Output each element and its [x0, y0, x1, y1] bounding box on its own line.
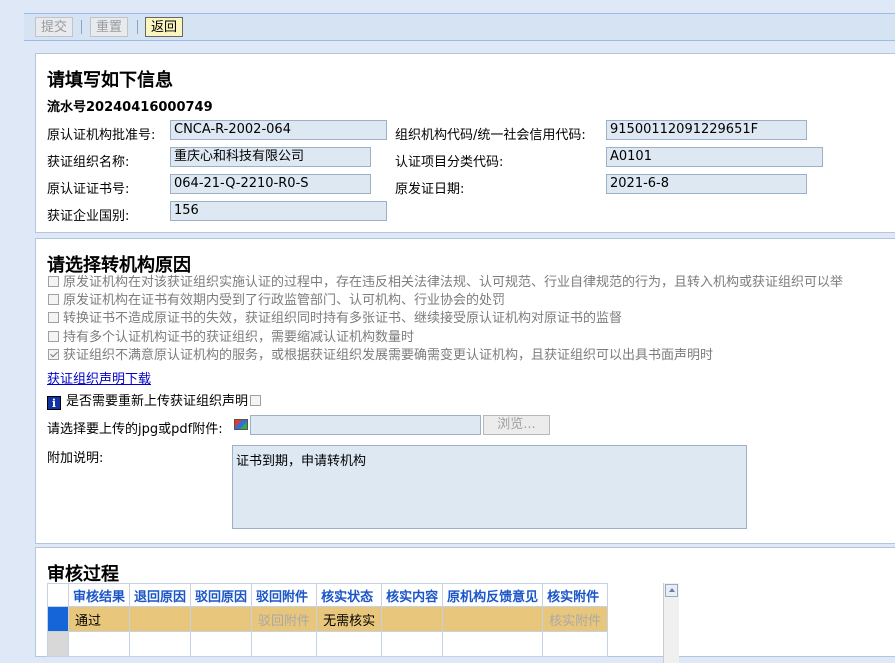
empty-cell	[442, 631, 544, 657]
info-icon: i	[47, 396, 61, 410]
cell-verify-status: 无需核实	[316, 606, 383, 632]
file-path-input[interactable]	[250, 415, 481, 435]
reason-checkbox-checked[interactable]	[48, 349, 59, 360]
submit-button[interactable]: 提交	[35, 17, 74, 37]
cert-no-field[interactable]: 064-21-Q-2210-R0-S	[170, 174, 371, 194]
reason-option-label: 原发证机构在证书有效期内受到了行政监管部门、认可机构、行业协会的处罚	[63, 293, 506, 308]
row-selector[interactable]	[47, 631, 69, 657]
reupload-label: 是否需要重新上传获证组织声明	[66, 394, 249, 409]
column-header[interactable]: 驳回原因	[190, 583, 253, 607]
cell-verify-attachment[interactable]: 核实附件	[542, 606, 609, 632]
cert-no-label: 原认证证书号:	[47, 182, 130, 197]
cell-reject-attachment[interactable]: 驳回附件	[251, 606, 318, 632]
info-panel: 请填写如下信息 流水号20240416000749 原认证机构批准号: CNCA…	[35, 53, 895, 233]
reason-option-label: 转换证书不造成原证书的失效，获证组织同时持有多张证书、继续接受原认证机构对原证书…	[63, 311, 623, 326]
org-code-field[interactable]: 91500112091229651F	[606, 120, 807, 140]
cell-review-result: 通过	[67, 606, 131, 632]
empty-cell	[190, 631, 253, 657]
reason-option[interactable]: 原发证机构在对该获证组织实施认证的过程中，存在违反相关法律法规、认可规范、行业自…	[48, 274, 843, 292]
country-label: 获证企业国别:	[47, 209, 130, 224]
reason-checkbox[interactable]	[48, 331, 59, 342]
info-section-title: 请填写如下信息	[47, 70, 173, 91]
table-scrollbar[interactable]	[663, 583, 679, 663]
empty-cell	[251, 631, 318, 657]
reason-option-label: 原发证机构在对该获证组织实施认证的过程中，存在违反相关法律法规、认可规范、行业自…	[63, 275, 844, 290]
reset-button[interactable]: 重置	[90, 17, 129, 37]
org-code-label: 组织机构代码/统一社会信用代码:	[395, 128, 586, 143]
orig-approval-label: 原认证机构批准号:	[47, 128, 156, 143]
table-header-row: 审核结果 退回原因 驳回原因 驳回附件 核实状态 核实内容 原机构反馈意见 核实…	[47, 583, 609, 607]
review-table: 审核结果 退回原因 驳回原因 驳回附件 核实状态 核实内容 原机构反馈意见 核实…	[47, 583, 609, 657]
reason-option[interactable]: 获证组织不满意原认证机构的服务，或根据获证组织发展需要确需变更认证机构，且获证组…	[48, 347, 713, 365]
table-row[interactable]: 通过 驳回附件 无需核实 核实附件	[47, 606, 609, 632]
row-marker-header	[47, 583, 69, 607]
reason-checkbox[interactable]	[48, 312, 59, 323]
cell-feedback	[442, 606, 544, 632]
issue-date-label: 原发证日期:	[395, 182, 465, 197]
upload-label: 请选择要上传的jpg或pdf附件:	[47, 422, 223, 437]
reason-checkbox[interactable]	[48, 294, 59, 305]
cell-return-reason	[129, 606, 192, 632]
reason-option-label: 获证组织不满意原认证机构的服务，或根据获证组织发展需要确需变更认证机构，且获证组…	[63, 348, 714, 363]
reupload-row: i 是否需要重新上传获证组织声明	[47, 390, 262, 410]
column-header[interactable]: 核实状态	[316, 583, 383, 607]
review-panel: 审核过程 审核结果 退回原因 驳回原因 驳回附件 核实状态 核实内容 原机构反馈…	[35, 547, 895, 663]
reason-option-label: 持有多个认证机构证书的获证组织，需要缩减认证机构数量时	[63, 330, 415, 345]
column-header[interactable]: 核实附件	[542, 583, 609, 607]
reason-option[interactable]: 原发证机构在证书有效期内受到了行政监管部门、认可机构、行业协会的处罚	[48, 292, 505, 310]
empty-cell	[542, 631, 609, 657]
upload-row-icon	[234, 418, 248, 433]
empty-cell	[381, 631, 444, 657]
cell-reject-reason	[190, 606, 253, 632]
browse-button[interactable]: 浏览...	[483, 415, 550, 435]
column-header[interactable]: 核实内容	[381, 583, 444, 607]
column-header[interactable]: 退回原因	[129, 583, 192, 607]
column-header[interactable]: 驳回附件	[251, 583, 318, 607]
declaration-download-link[interactable]: 获证组织声明下载	[47, 368, 151, 387]
orig-approval-field[interactable]: CNCA-R-2002-064	[170, 120, 387, 140]
reason-option[interactable]: 转换证书不造成原证书的失效，获证组织同时持有多张证书、继续接受原认证机构对原证书…	[48, 310, 622, 328]
category-label: 认证项目分类代码:	[395, 155, 504, 170]
empty-cell	[316, 631, 383, 657]
column-header[interactable]: 审核结果	[67, 583, 131, 607]
category-field[interactable]: A0101	[606, 147, 823, 167]
reason-checkbox[interactable]	[48, 276, 59, 287]
scroll-up-arrow-icon[interactable]	[665, 584, 678, 597]
toolbar-separator	[81, 20, 82, 34]
toolbar-separator	[137, 20, 138, 34]
issue-date-field[interactable]: 2021-6-8	[606, 174, 807, 194]
org-name-label: 获证组织名称:	[47, 155, 130, 170]
empty-cell	[67, 631, 131, 657]
reason-panel: 请选择转机构原因 原发证机构在对该获证组织实施认证的过程中，存在违反相关法律法规…	[35, 238, 895, 544]
org-name-field[interactable]: 重庆心和科技有限公司	[170, 147, 371, 167]
back-button[interactable]: 返回	[145, 17, 184, 37]
image-file-icon	[234, 419, 248, 430]
note-textarea[interactable]: 证书到期，申请转机构	[232, 445, 747, 529]
empty-cell	[129, 631, 192, 657]
serial-number: 流水号20240416000749	[47, 100, 213, 115]
note-label: 附加说明:	[47, 451, 104, 466]
reason-option[interactable]: 持有多个认证机构证书的获证组织，需要缩减认证机构数量时	[48, 329, 414, 347]
reupload-checkbox[interactable]	[250, 395, 262, 406]
toolbar: 提交 重置 返回	[24, 13, 895, 41]
row-selector[interactable]	[47, 606, 69, 632]
column-header[interactable]: 原机构反馈意见	[442, 583, 544, 607]
table-row[interactable]	[47, 631, 609, 657]
country-field[interactable]: 156	[170, 201, 387, 221]
cell-verify-content	[381, 606, 444, 632]
